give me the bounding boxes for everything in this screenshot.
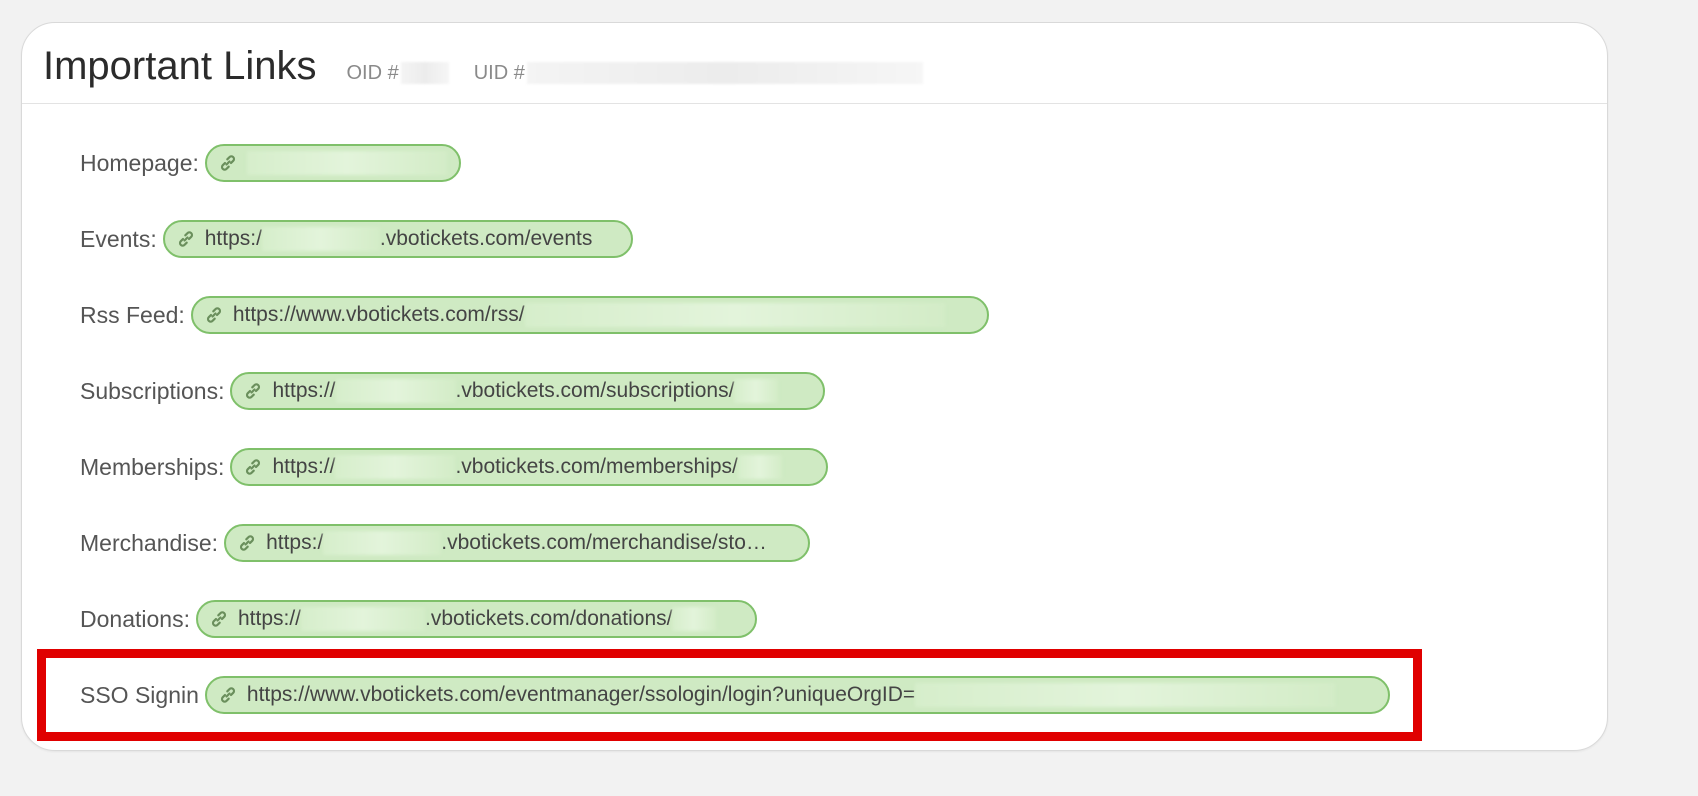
memberships-link[interactable]: https:// .vbotickets.com/memberships/: [230, 448, 829, 486]
subscriptions-url-redacted-tail: [734, 379, 779, 403]
link-icon: [208, 608, 230, 630]
events-url-prefix: https:/: [204, 227, 262, 250]
events-label: Events:: [80, 225, 157, 252]
link-icon: [175, 228, 197, 250]
uid-redacted-value: [526, 62, 923, 84]
homepage-url-redacted: [246, 151, 447, 175]
memberships-url-prefix: https://: [272, 455, 336, 478]
rss-feed-link[interactable]: https://www.vbotickets.com/rss/: [190, 296, 989, 334]
list-item-homepage: Homepage:: [80, 143, 461, 183]
list-item-memberships: Memberships: https:// .vbotickets.com/me…: [80, 447, 829, 487]
sso-signin-highlight-box: [37, 649, 1422, 741]
oid-label: OID #: [346, 62, 399, 84]
list-item-merchandise: Merchandise: https:/ .vbotickets.com/mer…: [80, 523, 811, 563]
page-title: Important Links: [43, 44, 317, 88]
uid-label: UID #: [473, 62, 525, 84]
subscriptions-label: Subscriptions:: [80, 377, 225, 404]
subscriptions-url-redacted: [335, 379, 456, 403]
subscriptions-url-prefix: https://: [272, 379, 336, 402]
merchandise-url-prefix: https:/: [266, 531, 324, 554]
link-icon: [236, 532, 258, 554]
donations-url-suffix: .vbotickets.com/donations/: [425, 607, 673, 630]
link-icon: [217, 152, 239, 174]
events-url-suffix: .vbotickets.com/events: [379, 227, 593, 250]
events-url-redacted: [261, 227, 380, 251]
list-item-donations: Donations: https:// .vbotickets.com/dona…: [80, 599, 757, 639]
link-icon: [242, 456, 264, 478]
memberships-label: Memberships:: [80, 453, 225, 480]
memberships-url-redacted-tail: [737, 455, 782, 479]
donations-url-redacted: [301, 607, 425, 631]
rss-feed-label: Rss Feed:: [80, 301, 185, 328]
events-link[interactable]: https:/ .vbotickets.com/events: [162, 220, 633, 258]
donations-url-redacted-tail: [672, 607, 717, 631]
donations-url-prefix: https://: [237, 607, 301, 630]
uid-meta: UID #: [474, 62, 923, 86]
merchandise-label: Merchandise:: [80, 529, 219, 556]
oid-meta: OID #: [346, 62, 449, 86]
homepage-label: Homepage:: [80, 149, 199, 176]
card-header: Important Links OID # UID #: [22, 23, 1607, 104]
merchandise-link[interactable]: https:/ .vbotickets.com/merchandise/sto…: [224, 524, 811, 562]
rss-feed-url-prefix: https://www.vbotickets.com/rss/: [232, 303, 525, 326]
merchandise-url-redacted: [323, 531, 442, 555]
memberships-url-redacted: [335, 455, 456, 479]
oid-redacted-value: [400, 62, 449, 84]
memberships-url-suffix: .vbotickets.com/memberships/: [455, 455, 738, 478]
list-item-subscriptions: Subscriptions: https:// .vbotickets.com/…: [80, 371, 826, 411]
subscriptions-url-suffix: .vbotickets.com/subscriptions/: [455, 379, 735, 402]
subscriptions-link[interactable]: https:// .vbotickets.com/subscriptions/: [230, 372, 826, 410]
list-item-events: Events: https:/ .vbotickets.com/events: [80, 219, 633, 259]
link-icon: [242, 380, 264, 402]
merchandise-url-suffix: .vbotickets.com/merchandise/sto…: [441, 531, 767, 554]
donations-link[interactable]: https:// .vbotickets.com/donations/: [195, 600, 757, 638]
homepage-link[interactable]: [204, 144, 461, 182]
rss-feed-url-redacted: [524, 303, 945, 327]
list-item-rss-feed: Rss Feed: https://www.vbotickets.com/rss…: [80, 295, 989, 335]
link-icon: [203, 304, 225, 326]
donations-label: Donations:: [80, 605, 190, 632]
